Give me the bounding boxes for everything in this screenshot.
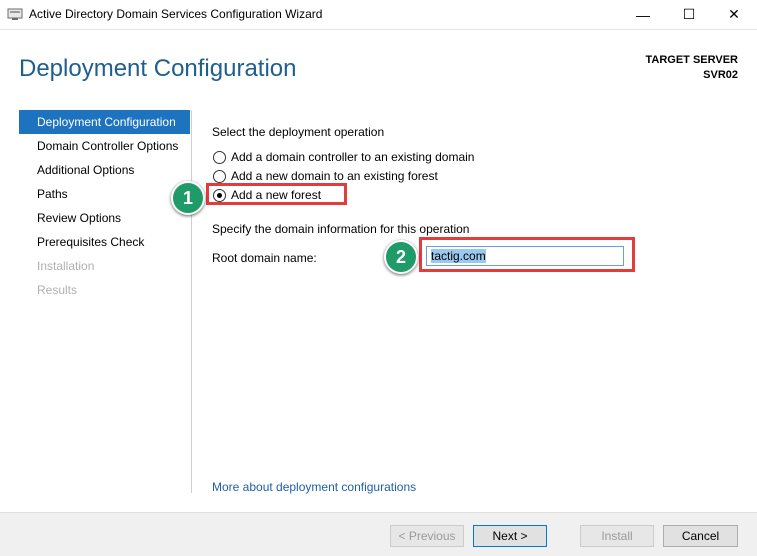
nav-item-deployment-configuration[interactable]: Deployment Configuration <box>19 110 190 134</box>
nav-item-paths[interactable]: Paths <box>19 182 190 206</box>
step-badge-2: 2 <box>384 240 418 274</box>
page-title: Deployment Configuration <box>19 55 297 82</box>
previous-button[interactable]: < Previous <box>390 525 464 547</box>
maximize-button[interactable]: ☐ <box>666 0 712 29</box>
server-wizard-icon <box>7 8 23 20</box>
nav-item-prerequisites-check[interactable]: Prerequisites Check <box>19 230 190 254</box>
install-button[interactable]: Install <box>580 525 654 547</box>
nav-item-additional-options[interactable]: Additional Options <box>19 158 190 182</box>
domain-info-heading: Specify the domain information for this … <box>212 222 470 236</box>
nav-item-review-options[interactable]: Review Options <box>19 206 190 230</box>
cancel-button[interactable]: Cancel <box>663 525 738 547</box>
window-title: Active Directory Domain Services Configu… <box>29 7 323 21</box>
radio-add-domain-existing-forest[interactable] <box>213 170 226 183</box>
step-badge-1: 1 <box>171 181 205 215</box>
nav-item-domain-controller-options[interactable]: Domain Controller Options <box>19 134 190 158</box>
nav-divider <box>191 110 192 493</box>
root-domain-label: Root domain name: <box>212 251 317 265</box>
target-server-label: TARGET SERVER <box>645 54 739 66</box>
next-button[interactable]: Next > <box>473 525 547 547</box>
root-domain-input[interactable]: tactig.com <box>426 246 624 266</box>
title-bar: Active Directory Domain Services Configu… <box>0 0 757 30</box>
option-label-add-dc-existing-domain[interactable]: Add a domain controller to an existing d… <box>231 150 474 164</box>
target-server-name: SVR02 <box>703 69 738 81</box>
nav-item-installation: Installation <box>37 259 95 273</box>
option-label-add-domain-existing-forest[interactable]: Add a new domain to an existing forest <box>231 169 438 183</box>
nav-item-results: Results <box>37 283 78 297</box>
operation-heading: Select the deployment operation <box>212 125 385 139</box>
highlight-box-new-forest <box>206 183 347 205</box>
radio-add-dc-existing-domain[interactable] <box>213 151 226 164</box>
root-domain-value: tactig.com <box>431 249 486 263</box>
close-button[interactable]: ✕ <box>711 0 757 29</box>
target-server-info: TARGET SERVER SVR02 <box>646 53 739 83</box>
wizard-nav: Deployment Configuration Domain Controll… <box>19 110 190 302</box>
more-about-deployment-link[interactable]: More about deployment configurations <box>212 480 416 494</box>
minimize-button[interactable]: — <box>620 0 666 29</box>
